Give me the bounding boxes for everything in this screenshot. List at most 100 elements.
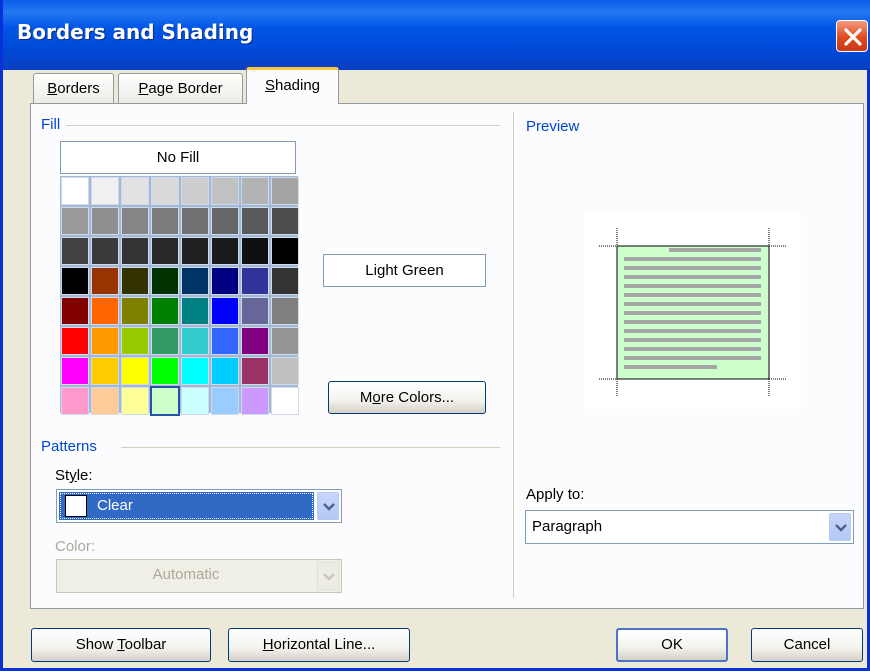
color-swatch[interactable] (211, 327, 239, 355)
color-swatch[interactable] (121, 267, 149, 295)
color-swatch[interactable] (91, 177, 119, 205)
color-swatch[interactable] (91, 357, 119, 385)
color-swatch[interactable] (241, 237, 269, 265)
fill-group-label: Fill (41, 116, 67, 133)
color-swatch[interactable] (61, 327, 89, 355)
style-label: Style: (55, 467, 93, 484)
color-swatch[interactable] (211, 207, 239, 235)
pattern-color-dropdown-arrow[interactable] (317, 562, 339, 590)
color-swatch[interactable] (271, 177, 299, 205)
style-dropdown-arrow[interactable] (317, 492, 339, 520)
show-toolbar-button[interactable]: Show Toolbar (31, 628, 211, 662)
ok-button[interactable]: OK (616, 628, 728, 662)
apply-to-dropdown-arrow[interactable] (829, 513, 851, 541)
color-swatch[interactable] (181, 297, 209, 325)
pattern-color-value: Automatic (152, 566, 220, 583)
color-swatch[interactable] (151, 327, 179, 355)
color-label: Color: (55, 538, 96, 555)
style-dropdown[interactable]: Clear (56, 489, 342, 523)
no-fill-button[interactable]: No Fill (60, 141, 296, 174)
color-swatch[interactable] (181, 267, 209, 295)
color-swatch[interactable] (61, 237, 89, 265)
style-clear-swatch (65, 495, 87, 517)
color-swatch[interactable] (91, 387, 119, 415)
tab-page-border[interactable]: Page Border (118, 73, 243, 103)
dialog-window: Borders and Shading Borders Page Border … (0, 0, 870, 671)
pattern-color-dropdown[interactable]: Automatic (56, 559, 342, 593)
tab-shading[interactable]: Shading (246, 67, 339, 104)
color-swatch[interactable] (271, 267, 299, 295)
color-swatch[interactable] (151, 357, 179, 385)
color-swatch[interactable] (271, 297, 299, 325)
color-swatch[interactable] (121, 207, 149, 235)
color-swatch[interactable] (181, 327, 209, 355)
color-swatch[interactable] (91, 297, 119, 325)
title-bar[interactable]: Borders and Shading (3, 0, 870, 70)
color-swatch[interactable] (181, 387, 209, 415)
tab-borders[interactable]: Borders (33, 73, 114, 103)
color-swatch[interactable] (121, 357, 149, 385)
color-swatch[interactable] (181, 237, 209, 265)
color-swatch[interactable] (91, 207, 119, 235)
more-colors-button[interactable]: More Colors... (328, 381, 486, 414)
apply-to-label: Apply to: (526, 486, 585, 503)
color-swatch[interactable] (241, 297, 269, 325)
color-swatch[interactable] (121, 297, 149, 325)
color-swatch[interactable] (151, 177, 179, 205)
tab-shading-label: Shading (264, 77, 321, 94)
color-swatch[interactable] (181, 357, 209, 385)
color-swatch[interactable] (211, 357, 239, 385)
color-swatch[interactable] (61, 357, 89, 385)
color-swatch[interactable] (271, 327, 299, 355)
preview-area (585, 213, 801, 409)
color-swatch[interactable] (211, 237, 239, 265)
close-icon (844, 28, 862, 46)
color-swatch[interactable] (271, 207, 299, 235)
apply-to-value: Paragraph (532, 518, 603, 535)
color-swatch[interactable] (91, 267, 119, 295)
color-swatch[interactable] (61, 387, 89, 415)
color-swatch[interactable] (91, 237, 119, 265)
color-swatch[interactable] (61, 207, 89, 235)
tab-borders-label: Borders (47, 80, 100, 97)
color-swatch[interactable] (241, 207, 269, 235)
apply-to-dropdown[interactable]: Paragraph (525, 510, 854, 544)
color-swatch[interactable] (150, 386, 180, 416)
color-swatch[interactable] (61, 267, 89, 295)
color-swatch[interactable] (211, 267, 239, 295)
color-swatch[interactable] (121, 327, 149, 355)
color-swatch[interactable] (271, 237, 299, 265)
color-swatch[interactable] (151, 297, 179, 325)
cancel-button[interactable]: Cancel (751, 628, 863, 662)
color-swatch[interactable] (271, 357, 299, 385)
color-swatch[interactable] (211, 387, 239, 415)
color-swatch[interactable] (91, 327, 119, 355)
color-swatch[interactable] (241, 267, 269, 295)
tab-page-border-label: Page Border (138, 80, 223, 97)
color-swatch[interactable] (151, 207, 179, 235)
color-swatch[interactable] (151, 237, 179, 265)
close-button[interactable] (836, 20, 868, 52)
style-value: Clear (97, 497, 133, 514)
color-swatch[interactable] (151, 267, 179, 295)
color-swatch[interactable] (271, 387, 299, 415)
color-swatch[interactable] (211, 297, 239, 325)
color-swatch[interactable] (181, 177, 209, 205)
color-swatch[interactable] (241, 177, 269, 205)
fill-divider (63, 125, 500, 126)
show-toolbar-label: Show Toolbar (75, 636, 167, 653)
chevron-down-icon (323, 503, 335, 511)
color-swatch[interactable] (241, 387, 269, 415)
color-swatch[interactable] (61, 297, 89, 325)
selected-color-name: Light Green (323, 254, 486, 287)
color-swatch[interactable] (121, 237, 149, 265)
horizontal-line-button[interactable]: Horizontal Line... (228, 628, 410, 662)
color-swatch[interactable] (241, 357, 269, 385)
color-swatch[interactable] (121, 387, 149, 415)
color-swatch[interactable] (61, 177, 89, 205)
color-palette (60, 176, 299, 416)
color-swatch[interactable] (181, 207, 209, 235)
color-swatch[interactable] (121, 177, 149, 205)
color-swatch[interactable] (211, 177, 239, 205)
color-swatch[interactable] (241, 327, 269, 355)
